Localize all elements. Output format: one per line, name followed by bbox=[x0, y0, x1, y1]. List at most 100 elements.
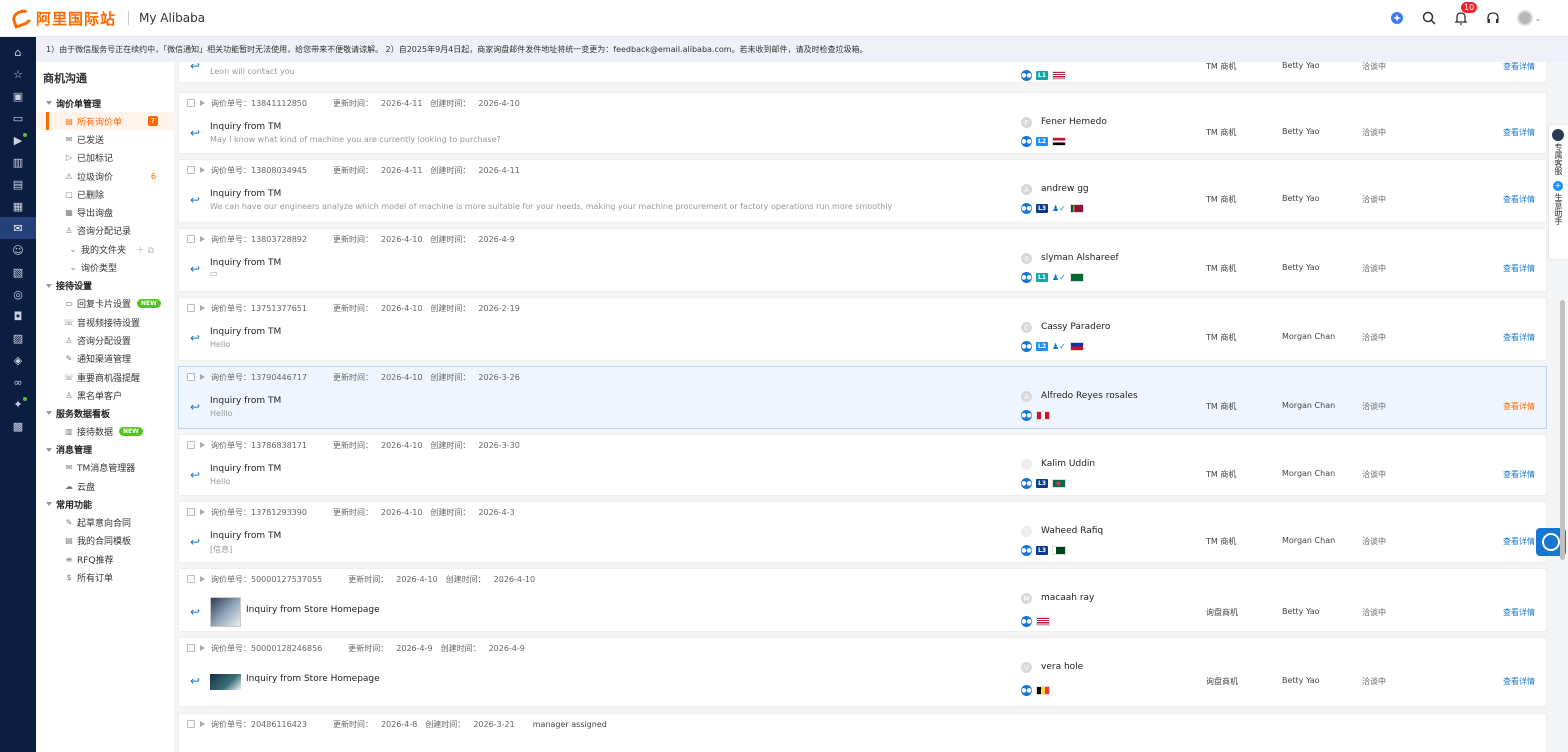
ticket-icon[interactable]: ▦ bbox=[0, 195, 36, 217]
sidebar-item[interactable]: ▤ 我的合同模板 bbox=[36, 532, 174, 550]
reply-icon[interactable]: ↩ bbox=[190, 674, 200, 688]
sidebar-item[interactable]: ☏ 音视频接待设置 bbox=[36, 313, 174, 331]
home-icon[interactable]: ⌂ bbox=[0, 41, 36, 63]
scrollbar[interactable] bbox=[1560, 300, 1565, 560]
folder-actions[interactable]: ＋ ⧉ bbox=[136, 243, 154, 256]
chat-icon[interactable]: ●● bbox=[1021, 136, 1032, 147]
chat-icon[interactable]: ●● bbox=[1021, 685, 1032, 696]
sidebar-item[interactable]: ▤ 所有询价单 7 bbox=[36, 112, 174, 131]
table-row[interactable]: 询价单号： 20486116423 更新时间： 2026-4-8 创建时间： 2026-3… bbox=[178, 713, 1547, 752]
clipboard-icon[interactable]: ▧ bbox=[0, 261, 36, 283]
sidebar-group-header[interactable]: 询价单管理 bbox=[36, 94, 174, 112]
sidebar-item[interactable]: ✎ 起草意向合同 bbox=[36, 513, 174, 531]
table-row[interactable]: 询价单号： 13803728892 更新时间： 2026-4-10 创建时间： 2026-… bbox=[178, 228, 1547, 292]
chat-icon[interactable]: ●● bbox=[1021, 341, 1032, 352]
table-row[interactable]: 询价单号： 50000128246856 更新时间： 2026-4-9 创建时间： 202… bbox=[178, 637, 1547, 707]
reply-icon[interactable]: ↩ bbox=[190, 62, 200, 73]
row-checkbox[interactable] bbox=[187, 235, 195, 243]
inquiry-subject[interactable]: Inquiry from TM bbox=[210, 396, 281, 406]
sidebar-group-header[interactable]: 接待设置 bbox=[36, 277, 174, 295]
buyer-name[interactable]: Cassy Paradero bbox=[1041, 322, 1110, 332]
chat-icon[interactable]: ●● bbox=[1021, 410, 1032, 421]
expand-icon[interactable] bbox=[200, 100, 205, 106]
buyer-name[interactable]: macaah ray bbox=[1041, 593, 1094, 603]
row-checkbox[interactable] bbox=[187, 575, 195, 583]
table-row[interactable]: 询价单号： 13808034945 更新时间： 2026-4-11 创建时间： 2026-… bbox=[178, 159, 1547, 223]
sidebar-item[interactable]: ☁ 云盘 bbox=[36, 477, 174, 495]
sidebar-item[interactable]: ✎ 通知渠道管理 bbox=[36, 350, 174, 368]
document-icon[interactable]: ▤ bbox=[0, 173, 36, 195]
row-checkbox[interactable] bbox=[187, 720, 195, 728]
chat-icon[interactable]: ●● bbox=[1021, 272, 1032, 283]
inquiry-subject[interactable]: Inquiry from Store Homepage bbox=[246, 674, 380, 684]
sidebar-item[interactable]: ☏ 重要商机强提醒 bbox=[36, 368, 174, 386]
inquiry-subject[interactable]: Inquiry from TM bbox=[210, 258, 281, 268]
row-checkbox[interactable] bbox=[187, 441, 195, 449]
sidebar-item[interactable]: ⌄ 我的文件夹 ＋ ⧉ bbox=[36, 240, 174, 258]
view-details-link[interactable]: 查看详情 bbox=[1503, 536, 1535, 547]
sidebar-item[interactable]: ✉ 已发送 bbox=[36, 130, 174, 148]
buyer-name[interactable]: andrew gg bbox=[1041, 184, 1089, 194]
product-thumbnail[interactable] bbox=[210, 674, 241, 690]
folder-icon[interactable]: ▭ bbox=[0, 107, 36, 129]
sidebar-group-header[interactable]: 消息管理 bbox=[36, 441, 174, 459]
table-row[interactable]: 询价单号： 50000127537055 更新时间： 2026-4-10 创建时间： 20… bbox=[178, 568, 1547, 632]
view-details-link[interactable]: 查看详情 bbox=[1503, 127, 1535, 138]
buyer-name[interactable]: Waheed Rafiq bbox=[1041, 526, 1103, 536]
expand-icon[interactable] bbox=[200, 305, 205, 311]
globe-icon[interactable]: ◎ bbox=[0, 283, 36, 305]
row-checkbox[interactable] bbox=[187, 644, 195, 652]
view-details-link[interactable]: 查看详情 bbox=[1503, 62, 1535, 72]
sidebar-item[interactable]: ⌄ 询价类型 bbox=[36, 258, 174, 276]
buyer-name[interactable]: Kalim Uddin bbox=[1041, 459, 1095, 469]
sidebar-item[interactable]: ▭ 回复卡片设置 NEW bbox=[36, 295, 174, 313]
chat-icon[interactable]: ●● bbox=[1021, 203, 1032, 214]
inquiry-subject[interactable]: Inquiry from TM bbox=[210, 327, 281, 337]
table-row[interactable]: 询价单号： 13781293390 更新时间： 2026-4-10 创建时间： 2026-… bbox=[178, 501, 1547, 563]
sidebar-item[interactable]: ⚠ 垃圾询价 6 bbox=[36, 167, 174, 185]
buyer-name[interactable]: vera hole bbox=[1041, 662, 1083, 672]
sidebar-item[interactable]: ≡ RFQ推荐 bbox=[36, 550, 174, 568]
dedicated-service-button[interactable]: 专属客服 bbox=[1549, 125, 1567, 175]
business-assistant-button[interactable]: + 生意助手 bbox=[1549, 175, 1567, 225]
users-icon[interactable]: ☺ bbox=[0, 239, 36, 261]
sidebar-item[interactable]: ▦ 导出询盘 bbox=[36, 203, 174, 221]
reply-icon[interactable]: ↩ bbox=[190, 193, 200, 207]
buyer-name[interactable]: slyman Alshareef bbox=[1041, 253, 1119, 263]
user-avatar[interactable]: ⌄ bbox=[1516, 9, 1542, 27]
expand-icon[interactable] bbox=[200, 645, 205, 651]
bell-icon[interactable]: 10 bbox=[1452, 2, 1478, 27]
row-checkbox[interactable] bbox=[187, 373, 195, 381]
chat-icon[interactable]: ●● bbox=[1021, 478, 1032, 489]
chat-icon[interactable]: ●● bbox=[1021, 616, 1032, 627]
table-row[interactable]: 询价单号： 13841112850 更新时间： 2026-4-11 创建时间： 2026-… bbox=[178, 92, 1547, 154]
product-thumbnail[interactable] bbox=[210, 597, 241, 627]
truck-icon[interactable]: ▨ bbox=[0, 327, 36, 349]
table-row[interactable]: 询价单号： 13751377651 更新时间： 2026-4-10 创建时间： 2026-… bbox=[178, 297, 1547, 361]
row-checkbox[interactable] bbox=[187, 304, 195, 312]
view-details-link[interactable]: 查看详情 bbox=[1503, 194, 1535, 205]
sparkle-icon[interactable]: ✦ bbox=[0, 393, 36, 415]
inquiry-subject[interactable]: Inquiry from TM bbox=[210, 464, 281, 474]
sidebar-item[interactable]: $ 所有订单 bbox=[36, 568, 174, 586]
store-icon[interactable]: ▣ bbox=[0, 85, 36, 107]
view-details-link[interactable]: 查看详情 bbox=[1503, 676, 1535, 687]
expand-icon[interactable] bbox=[200, 236, 205, 242]
sidebar-item[interactable]: ♙ 咨询分配设置 bbox=[36, 331, 174, 349]
search-icon[interactable] bbox=[1420, 9, 1438, 27]
video-icon[interactable]: ▶ bbox=[0, 129, 36, 151]
link-icon[interactable]: ∞ bbox=[0, 371, 36, 393]
reply-icon[interactable]: ↩ bbox=[190, 331, 200, 345]
sidebar-item[interactable]: ▢ 已删除 bbox=[36, 185, 174, 203]
bag-icon[interactable]: ◘ bbox=[0, 305, 36, 327]
expand-icon[interactable] bbox=[200, 576, 205, 582]
row-checkbox[interactable] bbox=[187, 166, 195, 174]
sidebar-group-header[interactable]: 常用功能 bbox=[36, 495, 174, 513]
reply-icon[interactable]: ↩ bbox=[190, 262, 200, 276]
expand-icon[interactable] bbox=[200, 374, 205, 380]
bar-chart-icon[interactable]: ▥ bbox=[0, 151, 36, 173]
view-details-link[interactable]: 查看详情 bbox=[1503, 469, 1535, 480]
sidebar-item[interactable]: ▷ 已加标记 bbox=[36, 149, 174, 167]
expand-icon[interactable] bbox=[200, 509, 205, 515]
sidebar-item[interactable]: ✉ TM消息管理器 bbox=[36, 459, 174, 477]
